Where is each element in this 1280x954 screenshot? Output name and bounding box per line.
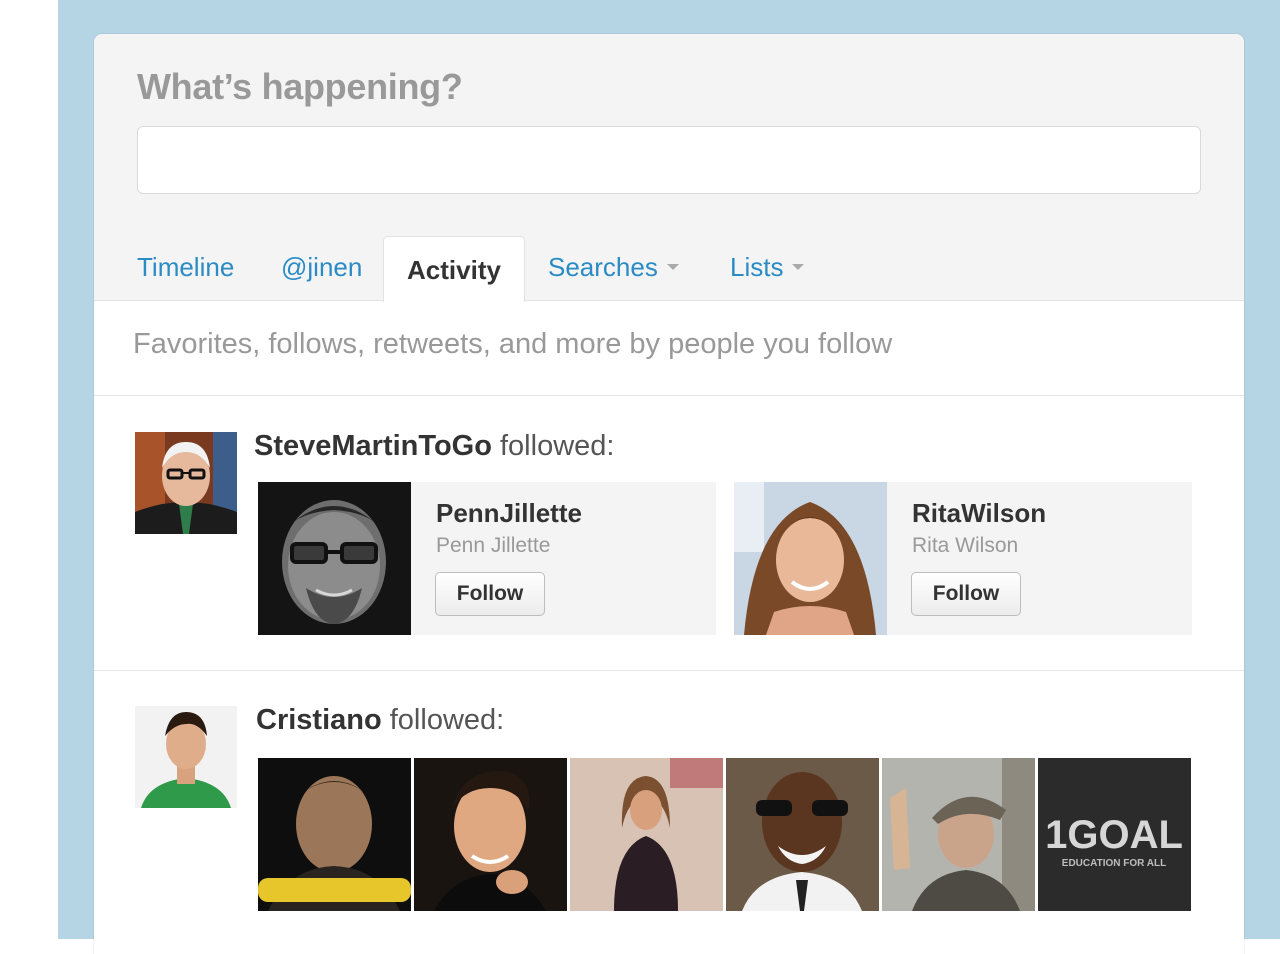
chevron-down-icon [792, 264, 805, 271]
followed-user-photo[interactable] [570, 758, 723, 911]
tab-timeline[interactable]: Timeline [137, 234, 234, 300]
screen-name[interactable]: PennJillette [436, 498, 582, 529]
followed-user-photo[interactable] [726, 758, 879, 911]
chevron-down-icon [666, 264, 679, 271]
followed-user-photo[interactable] [882, 758, 1035, 911]
tile-logo-subtext: EDUCATION FOR ALL [1062, 858, 1166, 869]
activity-action: followed: [389, 704, 505, 736]
timeline-tabs: Timeline @jinen Activity Searches Lists [94, 234, 1244, 302]
tab-timeline-label: Timeline [137, 252, 235, 282]
follow-button[interactable]: Follow [435, 572, 545, 616]
divider [94, 670, 1244, 671]
activity-subtitle: Favorites, follows, retweets, and more b… [133, 328, 893, 360]
tab-activity-label: Activity [407, 255, 501, 285]
tab-lists[interactable]: Lists [730, 234, 805, 300]
tab-mentions-label: @jinen [281, 252, 363, 282]
user-card: PennJillette Penn Jillette Follow [258, 482, 716, 635]
composer-area: What’s happening? Timeline @jinen Activi… [94, 34, 1244, 302]
profile-photo[interactable] [734, 482, 887, 635]
tab-searches-label: Searches [548, 252, 658, 282]
activity-headline: SteveMartinToGo followed: [254, 430, 614, 463]
tile-logo-text: 1GOAL [1045, 813, 1183, 857]
avatar[interactable] [135, 706, 237, 808]
user-card: RitaWilson Rita Wilson Follow [734, 482, 1192, 635]
tab-activity[interactable]: Activity [383, 236, 525, 302]
tweet-input[interactable] [137, 126, 1201, 194]
avatar[interactable] [135, 432, 237, 534]
actor-username[interactable]: Cristiano [256, 704, 382, 736]
actor-username[interactable]: SteveMartinToGo [254, 430, 492, 462]
tab-lists-label: Lists [730, 252, 784, 282]
followed-user-photo[interactable] [258, 758, 411, 911]
tab-searches[interactable]: Searches [548, 234, 679, 300]
activity-action: followed: [500, 430, 615, 462]
followed-user-photo[interactable]: 1GOAL EDUCATION FOR ALL [1038, 758, 1191, 911]
divider [94, 395, 1244, 396]
tab-mentions[interactable]: @jinen [281, 234, 362, 300]
real-name: Rita Wilson [912, 534, 1019, 557]
real-name: Penn Jillette [436, 534, 551, 557]
main-panel: What’s happening? Timeline @jinen Activi… [94, 34, 1244, 954]
followed-user-photo[interactable] [414, 758, 567, 911]
profile-photo[interactable] [258, 482, 411, 635]
screen-name[interactable]: RitaWilson [912, 498, 1046, 529]
composer-prompt: What’s happening? [137, 66, 463, 107]
activity-headline: Cristiano followed: [256, 704, 504, 737]
follow-button[interactable]: Follow [911, 572, 1021, 616]
